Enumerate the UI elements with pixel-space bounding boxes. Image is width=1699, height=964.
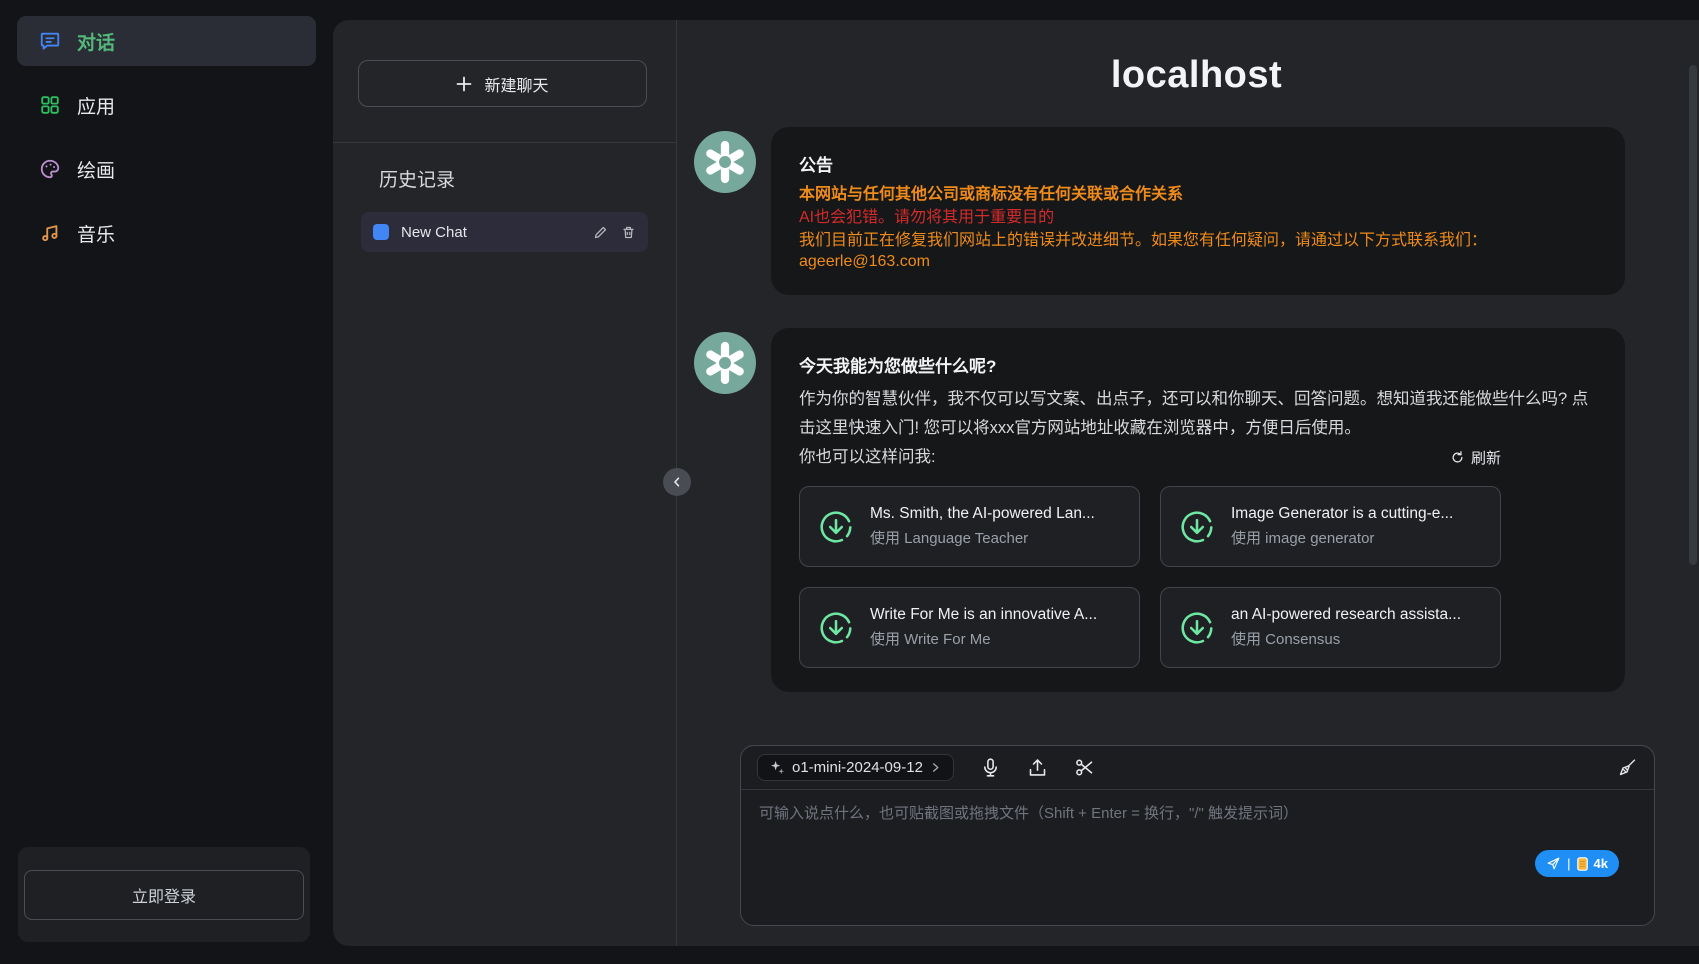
broom-icon: [1617, 757, 1638, 778]
announcement-notice: 我们目前正在修复我们网站上的错误并改进细节。如果您有任何疑问，请通过以下方式联系…: [799, 230, 1597, 252]
announcement-disclaimer: 本网站与任何其他公司或商标没有任何关联或合作关系: [799, 184, 1597, 206]
collapse-sidebar-button[interactable]: [663, 468, 691, 496]
sparkle-icon: [770, 760, 785, 775]
edit-icon[interactable]: [593, 225, 608, 240]
message-announcement: 公告 本网站与任何其他公司或商标没有任何关联或合作关系 AI也会犯错。请勿将其用…: [694, 127, 1699, 295]
chat-color-icon: [373, 224, 389, 240]
composer: o1-mini-2024-09-12: [740, 745, 1655, 926]
model-label: o1-mini-2024-09-12: [792, 759, 923, 776]
sidebar-item-apps[interactable]: 应用: [17, 80, 316, 130]
new-chat-button[interactable]: 新建聊天: [358, 60, 647, 107]
history-item-title: New Chat: [401, 224, 581, 241]
music-icon: [39, 222, 61, 244]
chat-area: localhost: [677, 20, 1699, 946]
suggestion-card[interactable]: Write For Me is an innovative A... 使用 Wr…: [799, 587, 1140, 668]
microphone-button[interactable]: [980, 757, 1001, 778]
chat-icon: [39, 30, 61, 52]
welcome-body: 作为你的智慧伙伴，我不仅可以写文案、出点子，还可以和你聊天、回答问题。想知道我还…: [799, 385, 1597, 443]
screenshot-button[interactable]: [1074, 757, 1095, 778]
suggestion-card[interactable]: Image Generator is a cutting-e... 使用 ima…: [1160, 486, 1501, 567]
scissors-icon: [1074, 757, 1095, 778]
main-panel: 新建聊天 历史记录 New Chat: [333, 20, 1699, 946]
contact-email-link[interactable]: ageerle@163.com: [799, 253, 930, 271]
message-welcome: 今天我能为您做些什么呢? 作为你的智慧伙伴，我不仅可以写文案、出点子，还可以和你…: [694, 328, 1699, 692]
refresh-button[interactable]: 刷新: [1450, 447, 1501, 468]
page-title: localhost: [694, 54, 1699, 97]
suggestion-subtitle: 使用 Write For Me: [870, 628, 1097, 649]
welcome-bubble: 今天我能为您做些什么呢? 作为你的智慧伙伴，我不仅可以写文案、出点子，还可以和你…: [771, 328, 1625, 692]
chat-list: 新建聊天 历史记录 New Chat: [333, 20, 677, 946]
sidebar-item-music[interactable]: 音乐: [17, 208, 316, 258]
sidebar-item-drawing[interactable]: 绘画: [17, 144, 316, 194]
token-coin-icon: [1577, 857, 1588, 871]
upload-button[interactable]: [1027, 757, 1048, 778]
sidebar: 对话 应用 绘画: [0, 0, 333, 964]
ask-hint: 你也可以这样问我:: [799, 443, 936, 472]
suggestion-card[interactable]: Ms. Smith, the AI-powered Lan... 使用 Lang…: [799, 486, 1140, 567]
history-item-actions: [593, 225, 636, 240]
token-count: 4k: [1594, 856, 1608, 871]
plus-icon: [456, 76, 472, 92]
scrollbar-thumb[interactable]: [1689, 65, 1697, 565]
assistant-avatar: [694, 131, 756, 193]
refresh-icon: [1450, 450, 1465, 465]
download-circle-icon: [818, 610, 854, 646]
sidebar-item-label: 音乐: [77, 220, 115, 247]
sidebar-item-label: 绘画: [77, 156, 115, 183]
message-input[interactable]: [759, 802, 1636, 913]
upload-icon: [1027, 757, 1048, 778]
suggestion-title: Image Generator is a cutting-e...: [1231, 505, 1453, 523]
suggestion-card[interactable]: an AI-powered research assista... 使用 Con…: [1160, 587, 1501, 668]
composer-input-area: [741, 790, 1654, 925]
chevron-right-icon: [930, 762, 941, 773]
sidebar-item-label: 对话: [77, 28, 115, 55]
divider: [333, 142, 676, 143]
clear-chat-button[interactable]: [1617, 757, 1638, 778]
send-button[interactable]: | 4k: [1535, 850, 1619, 877]
delete-icon[interactable]: [621, 225, 636, 240]
download-circle-icon: [1179, 610, 1215, 646]
new-chat-label: 新建聊天: [484, 72, 548, 96]
announcement-title: 公告: [799, 151, 1597, 176]
suggestion-subtitle: 使用 Language Teacher: [870, 527, 1095, 548]
download-circle-icon: [818, 509, 854, 545]
login-card: 立即登录: [18, 847, 310, 942]
login-button[interactable]: 立即登录: [24, 870, 304, 920]
composer-toolbar: o1-mini-2024-09-12: [741, 746, 1654, 790]
microphone-icon: [980, 757, 1001, 778]
history-item[interactable]: New Chat: [361, 212, 648, 252]
suggestion-subtitle: 使用 Consensus: [1231, 628, 1461, 649]
sidebar-item-chat[interactable]: 对话: [17, 16, 316, 66]
send-plane-icon: [1546, 856, 1561, 871]
suggestion-title: an AI-powered research assista...: [1231, 606, 1461, 624]
announcement-bubble: 公告 本网站与任何其他公司或商标没有任何关联或合作关系 AI也会犯错。请勿将其用…: [771, 127, 1625, 295]
ask-row: 你也可以这样问我: 刷新: [799, 443, 1501, 472]
openai-logo-icon: [703, 341, 747, 385]
welcome-title: 今天我能为您做些什么呢?: [799, 352, 1597, 377]
suggestion-subtitle: 使用 image generator: [1231, 527, 1453, 548]
model-selector[interactable]: o1-mini-2024-09-12: [757, 754, 954, 781]
sidebar-item-label: 应用: [77, 92, 115, 119]
download-circle-icon: [1179, 509, 1215, 545]
suggestion-title: Write For Me is an innovative A...: [870, 606, 1097, 624]
history-title: 历史记录: [379, 165, 455, 192]
suggestion-title: Ms. Smith, the AI-powered Lan...: [870, 505, 1095, 523]
palette-icon: [39, 158, 61, 180]
app-window: 对话 应用 绘画: [0, 0, 1699, 964]
grid-icon: [39, 94, 61, 116]
openai-logo-icon: [703, 140, 747, 184]
chevron-left-icon: [670, 475, 684, 489]
assistant-avatar: [694, 332, 756, 394]
suggestion-grid: Ms. Smith, the AI-powered Lan... 使用 Lang…: [799, 486, 1597, 668]
announcement-warning: AI也会犯错。请勿将其用于重要目的: [799, 207, 1597, 229]
